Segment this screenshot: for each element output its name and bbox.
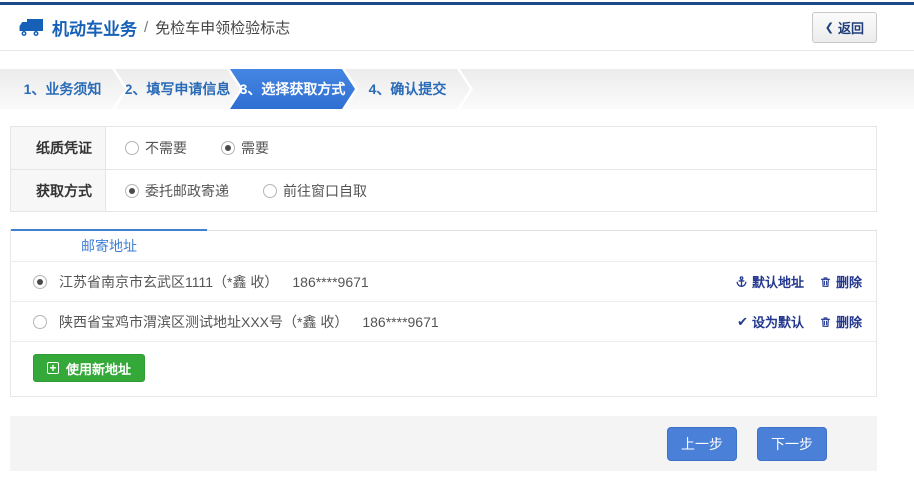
previous-step-button[interactable]: 上一步 — [667, 427, 737, 461]
anchor-icon — [735, 275, 748, 289]
breadcrumb-separator: / — [144, 19, 148, 36]
address-2-phone: 186****9671 — [362, 314, 438, 330]
check-icon: ✔ — [737, 314, 748, 330]
address-row-1: 江苏省南京市玄武区1111（*鑫 收） 186****9671 默认地址 — [11, 261, 876, 301]
next-step-button[interactable]: 下一步 — [757, 427, 827, 461]
delete-address-1-action[interactable]: 删除 — [819, 272, 862, 291]
back-button-label: 返回 — [838, 18, 864, 37]
paper-voucher-row: 纸质凭证 不需要 需要 — [11, 127, 876, 169]
tab-mailing-address[interactable]: 邮寄地址 — [11, 229, 207, 261]
address-2-radio[interactable] — [33, 315, 47, 329]
tab-step-3[interactable]: 3、选择获取方式 — [230, 69, 355, 109]
page-title: 机动车业务 — [52, 15, 137, 40]
mailing-address-panel: 邮寄地址 江苏省南京市玄武区1111（*鑫 收） 186****9671 默认地… — [10, 229, 877, 397]
delivery-method-row: 获取方式 委托邮政寄递 前往窗口自取 — [11, 169, 876, 211]
delivery-form: 纸质凭证 不需要 需要 获取方式 委托邮政寄递 前往窗口自取 — [10, 126, 877, 212]
paper-voucher-label: 纸质凭证 — [11, 127, 106, 169]
header: 机动车业务 / 免检车申领检验标志 ❮ 返回 — [0, 5, 914, 51]
tab-step-4[interactable]: 4、确认提交 — [345, 69, 470, 109]
new-address-button[interactable]: + 使用新地址 — [33, 354, 145, 382]
delivery-method-label: 获取方式 — [11, 170, 106, 211]
mailing-address-header-rest — [207, 230, 876, 261]
address-1-text: 江苏省南京市玄武区1111（*鑫 收） — [59, 272, 278, 292]
step-tabs: 1、业务须知 2、填写申请信息 3、选择获取方式 4、确认提交 — [0, 69, 914, 109]
mailing-address-header: 邮寄地址 — [11, 229, 876, 261]
trash-icon — [819, 315, 832, 329]
set-default-label: 设为默认 — [752, 312, 804, 331]
default-address-label: 默认地址 — [752, 272, 804, 291]
breadcrumb: 免检车申领检验标志 — [155, 17, 290, 38]
footer-bar: 上一步 下一步 — [10, 416, 877, 471]
option-no-need-label: 不需要 — [145, 138, 187, 158]
address-1-phone: 186****9671 — [292, 274, 368, 290]
option-need[interactable]: 需要 — [221, 138, 269, 158]
address-1-actions: 默认地址 删除 — [735, 272, 862, 291]
tab-step-1[interactable]: 1、业务须知 — [0, 69, 125, 109]
delete-address-1-label: 删除 — [836, 272, 862, 291]
step-tabs-filler — [460, 69, 914, 109]
radio-need[interactable] — [221, 141, 235, 155]
option-no-need[interactable]: 不需要 — [125, 138, 187, 158]
option-window-pickup-label: 前往窗口自取 — [283, 181, 367, 201]
plus-icon: + — [47, 362, 59, 374]
delivery-method-options: 委托邮政寄递 前往窗口自取 — [106, 170, 401, 211]
trash-icon — [819, 275, 832, 289]
tab-step-2[interactable]: 2、填写申请信息 — [115, 69, 240, 109]
set-default-action[interactable]: ✔ 设为默认 — [737, 312, 804, 331]
truck-icon — [18, 18, 44, 37]
new-address-row: + 使用新地址 — [11, 341, 876, 396]
radio-window-pickup[interactable] — [263, 184, 277, 198]
radio-postal-delivery[interactable] — [125, 184, 139, 198]
back-chevron-icon: ❮ — [825, 21, 834, 34]
back-button[interactable]: ❮ 返回 — [812, 12, 877, 43]
address-2-actions: ✔ 设为默认 删除 — [737, 312, 862, 331]
default-address-action[interactable]: 默认地址 — [735, 272, 804, 291]
address-row-2: 陕西省宝鸡市渭滨区测试地址XXX号（*鑫 收） 186****9671 ✔ 设为… — [11, 301, 876, 341]
option-window-pickup[interactable]: 前往窗口自取 — [263, 181, 367, 201]
radio-no-need[interactable] — [125, 141, 139, 155]
option-need-label: 需要 — [241, 138, 269, 158]
delete-address-2-label: 删除 — [836, 312, 862, 331]
option-postal-delivery[interactable]: 委托邮政寄递 — [125, 181, 229, 201]
address-2-text: 陕西省宝鸡市渭滨区测试地址XXX号（*鑫 收） — [59, 312, 348, 332]
paper-voucher-options: 不需要 需要 — [106, 127, 303, 169]
option-postal-delivery-label: 委托邮政寄递 — [145, 181, 229, 201]
address-1-radio[interactable] — [33, 275, 47, 289]
new-address-button-label: 使用新地址 — [66, 359, 131, 378]
delete-address-2-action[interactable]: 删除 — [819, 312, 862, 331]
